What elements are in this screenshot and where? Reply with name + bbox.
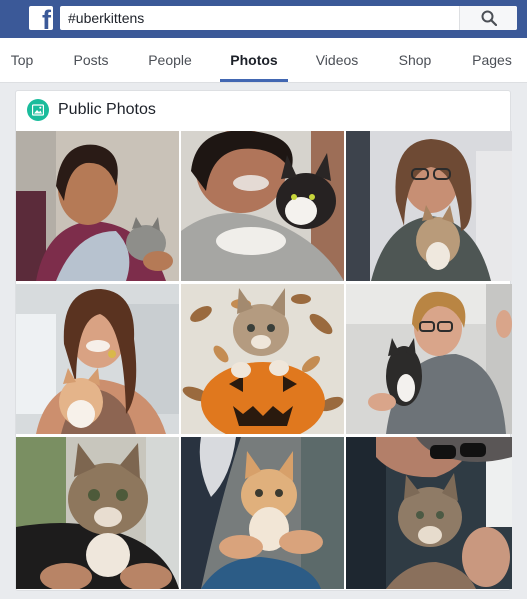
search-filter-tabs: Top Posts People Photos Videos Shop Page… bbox=[0, 38, 527, 83]
search-icon bbox=[481, 10, 497, 26]
tab-posts[interactable]: Posts bbox=[63, 38, 119, 82]
photo-tabby-kitten-closeup[interactable] bbox=[16, 437, 179, 589]
photo-smiling-woman-kitten[interactable] bbox=[16, 284, 179, 434]
card-title: Public Photos bbox=[58, 101, 156, 118]
photo-man-glasses-kitten[interactable] bbox=[346, 284, 512, 434]
photo-woman-black-kitten[interactable] bbox=[181, 131, 344, 281]
photo-woman-glasses-kitten[interactable] bbox=[346, 131, 512, 281]
facebook-logo-icon[interactable]: f bbox=[29, 6, 53, 30]
public-photos-card: Public Photos bbox=[15, 90, 512, 591]
tab-people[interactable]: People bbox=[138, 38, 202, 82]
photo-ginger-kitten-held[interactable] bbox=[181, 437, 344, 589]
tab-top[interactable]: Top bbox=[0, 38, 44, 82]
tab-videos[interactable]: Videos bbox=[306, 38, 368, 82]
photo-woman-holding-kitten[interactable] bbox=[16, 131, 179, 281]
tab-shop[interactable]: Shop bbox=[390, 38, 440, 82]
search-button[interactable] bbox=[459, 6, 517, 30]
photo-kitten-pumpkin[interactable] bbox=[181, 284, 344, 434]
photo-icon bbox=[27, 99, 49, 121]
search-input[interactable] bbox=[60, 6, 458, 30]
tab-photos[interactable]: Photos bbox=[220, 38, 288, 82]
top-bar: f bbox=[0, 0, 527, 38]
tab-pages[interactable]: Pages bbox=[464, 38, 520, 82]
photo-man-kissing-kitten[interactable] bbox=[346, 437, 512, 589]
search-box bbox=[60, 6, 517, 30]
photo-grid bbox=[16, 131, 512, 589]
